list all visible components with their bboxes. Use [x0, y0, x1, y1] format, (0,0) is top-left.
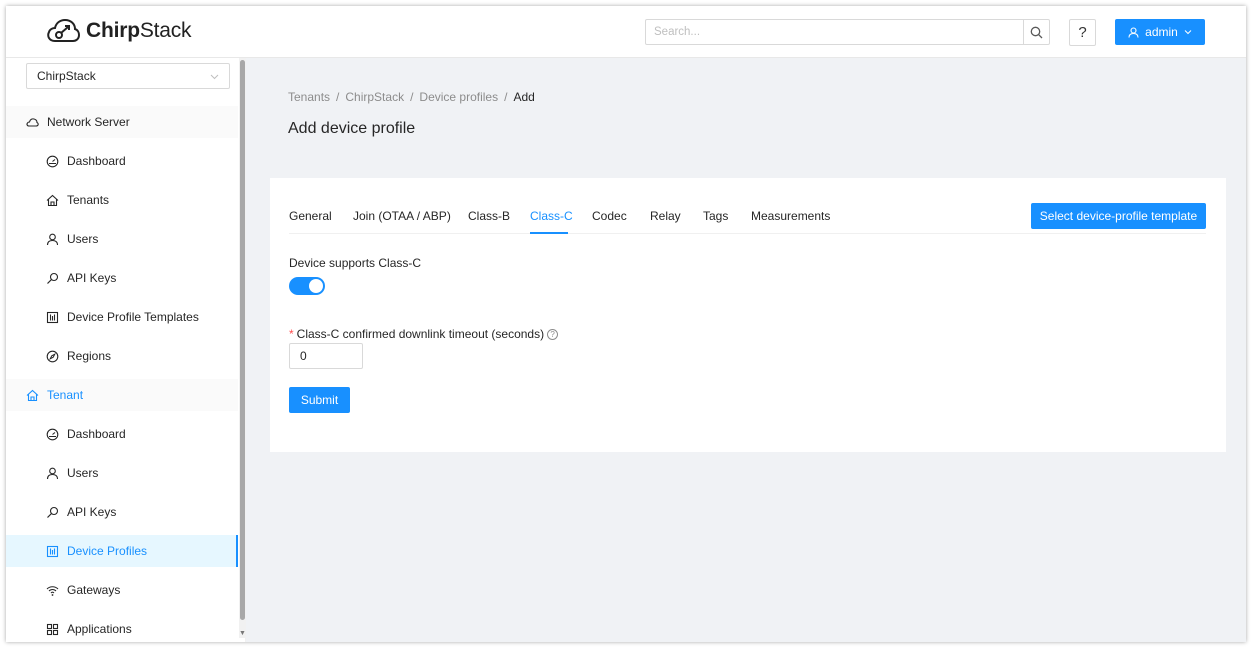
app-window: ChirpStack ? admin ChirpS — [6, 6, 1246, 642]
question-circle-icon[interactable]: ? — [547, 329, 559, 340]
sidebar-item-label: Device Profiles — [67, 544, 148, 558]
submit-button[interactable]: Submit — [289, 387, 350, 413]
tab-class-c[interactable]: Class-C — [530, 209, 573, 223]
tab-relay[interactable]: Relay — [650, 209, 681, 223]
chirpstack-logo[interactable]: ChirpStack — [46, 17, 192, 45]
search-icon — [1030, 26, 1043, 38]
tenant-select[interactable]: ChirpStack — [26, 63, 230, 89]
wifi-icon — [46, 584, 59, 597]
search-button[interactable] — [1023, 20, 1049, 44]
active-tab-indicator — [530, 232, 568, 234]
dashboard-icon — [46, 428, 59, 441]
chevron-down-icon — [210, 74, 219, 79]
sidebar-item-label: Device Profile Templates — [67, 310, 199, 324]
breadcrumb-separator: / — [504, 90, 508, 104]
sidebar-item-label: API Keys — [67, 271, 117, 285]
user-menu-button[interactable]: admin — [1115, 19, 1205, 45]
apps-icon — [46, 623, 59, 636]
breadcrumb-device-profiles[interactable]: Device profiles — [419, 90, 498, 104]
toggle-knob — [309, 279, 323, 293]
scrollbar-thumb[interactable] — [240, 60, 245, 620]
device-profile-form-card: General Join (OTAA / ABP) Class-B Class-… — [270, 178, 1226, 452]
compass-icon — [46, 350, 59, 363]
sidebar-item-tenant-users[interactable]: Users — [6, 457, 238, 489]
user-icon — [46, 233, 59, 246]
select-template-button[interactable]: Select device-profile template — [1031, 203, 1206, 229]
breadcrumb: Tenants / ChirpStack / Device profiles /… — [288, 90, 535, 104]
sidebar-item-tenants[interactable]: Tenants — [6, 184, 238, 216]
sidebar-item-device-profile-templates[interactable]: Device Profile Templates — [6, 301, 238, 333]
chevron-down-icon — [1184, 30, 1192, 35]
sidebar-item-applications[interactable]: Applications — [6, 613, 238, 642]
tab-join[interactable]: Join (OTAA / ABP) — [353, 209, 451, 223]
search-box — [645, 19, 1050, 45]
sidebar-item-device-profiles[interactable]: Device Profiles — [6, 535, 238, 567]
sidebar-item-ns-users[interactable]: Users — [6, 223, 238, 255]
help-button[interactable]: ? — [1069, 19, 1096, 46]
tab-general[interactable]: General — [289, 209, 332, 223]
class-c-support-toggle[interactable] — [289, 277, 325, 295]
home-icon — [26, 389, 39, 402]
required-marker: * — [289, 327, 294, 341]
user-icon — [1128, 26, 1139, 38]
sidebar-item-label: Dashboard — [67, 154, 126, 168]
sidebar-group-label: Tenant — [47, 388, 84, 402]
top-header: ChirpStack ? admin — [6, 6, 1246, 58]
sidebar-item-label: Regions — [67, 349, 112, 363]
key-icon — [46, 506, 59, 519]
search-input[interactable] — [646, 20, 1023, 44]
breadcrumb-separator: / — [410, 90, 414, 104]
sidebar-item-label: API Keys — [67, 505, 117, 519]
cloud-icon — [26, 116, 39, 129]
sidebar-group-network-server[interactable]: Network Server — [6, 106, 238, 138]
key-icon — [46, 272, 59, 285]
class-c-support-label: Device supports Class-C — [289, 256, 422, 270]
sidebar-item-label: Applications — [67, 622, 132, 636]
user-name: admin — [1145, 25, 1178, 39]
sidebar-item-gateways[interactable]: Gateways — [6, 574, 238, 606]
sidebar-item-label: Gateways — [67, 583, 121, 597]
breadcrumb-current: Add — [513, 90, 535, 104]
home-icon — [46, 194, 59, 207]
logo-text: ChirpStack — [86, 19, 192, 42]
breadcrumb-separator: / — [336, 90, 340, 104]
sidebar-item-tenant-dashboard[interactable]: Dashboard — [6, 418, 238, 450]
scroll-down-arrow-icon[interactable]: ▼ — [239, 629, 246, 638]
sidebar-item-label: Users — [67, 466, 99, 480]
timeout-label: * Class-C confirmed downlink timeout (sec… — [289, 327, 559, 341]
page-title: Add device profile — [288, 120, 416, 137]
breadcrumb-tenants[interactable]: Tenants — [288, 90, 330, 104]
sidebar-item-label: Users — [67, 232, 99, 246]
sidebar-item-label: Dashboard — [67, 427, 126, 441]
tab-tags[interactable]: Tags — [703, 209, 728, 223]
sidebar-item-regions[interactable]: Regions — [6, 340, 238, 372]
tab-class-b[interactable]: Class-B — [468, 209, 510, 223]
tab-measurements[interactable]: Measurements — [751, 209, 830, 223]
breadcrumb-chirpstack[interactable]: ChirpStack — [345, 90, 404, 104]
tenant-select-value: ChirpStack — [37, 69, 96, 83]
dashboard-icon — [46, 155, 59, 168]
template-icon — [46, 311, 59, 324]
sidebar-item-ns-api-keys[interactable]: API Keys — [6, 262, 238, 294]
sidebar-scrollbar[interactable]: ▼ — [239, 58, 246, 638]
cloud-logo-icon — [47, 18, 80, 42]
user-icon — [46, 467, 59, 480]
sidebar: ChirpStack Network Server Dashboard Tena… — [6, 58, 246, 642]
timeout-input[interactable] — [289, 343, 363, 369]
sidebar-item-label: Tenants — [67, 193, 110, 207]
tab-codec[interactable]: Codec — [592, 209, 627, 223]
sidebar-item-tenant-api-keys[interactable]: API Keys — [6, 496, 238, 528]
sidebar-group-label: Network Server — [47, 115, 130, 129]
sidebar-item-ns-dashboard[interactable]: Dashboard — [6, 145, 238, 177]
sidebar-group-tenant[interactable]: Tenant — [6, 379, 238, 411]
template-icon — [46, 545, 59, 558]
